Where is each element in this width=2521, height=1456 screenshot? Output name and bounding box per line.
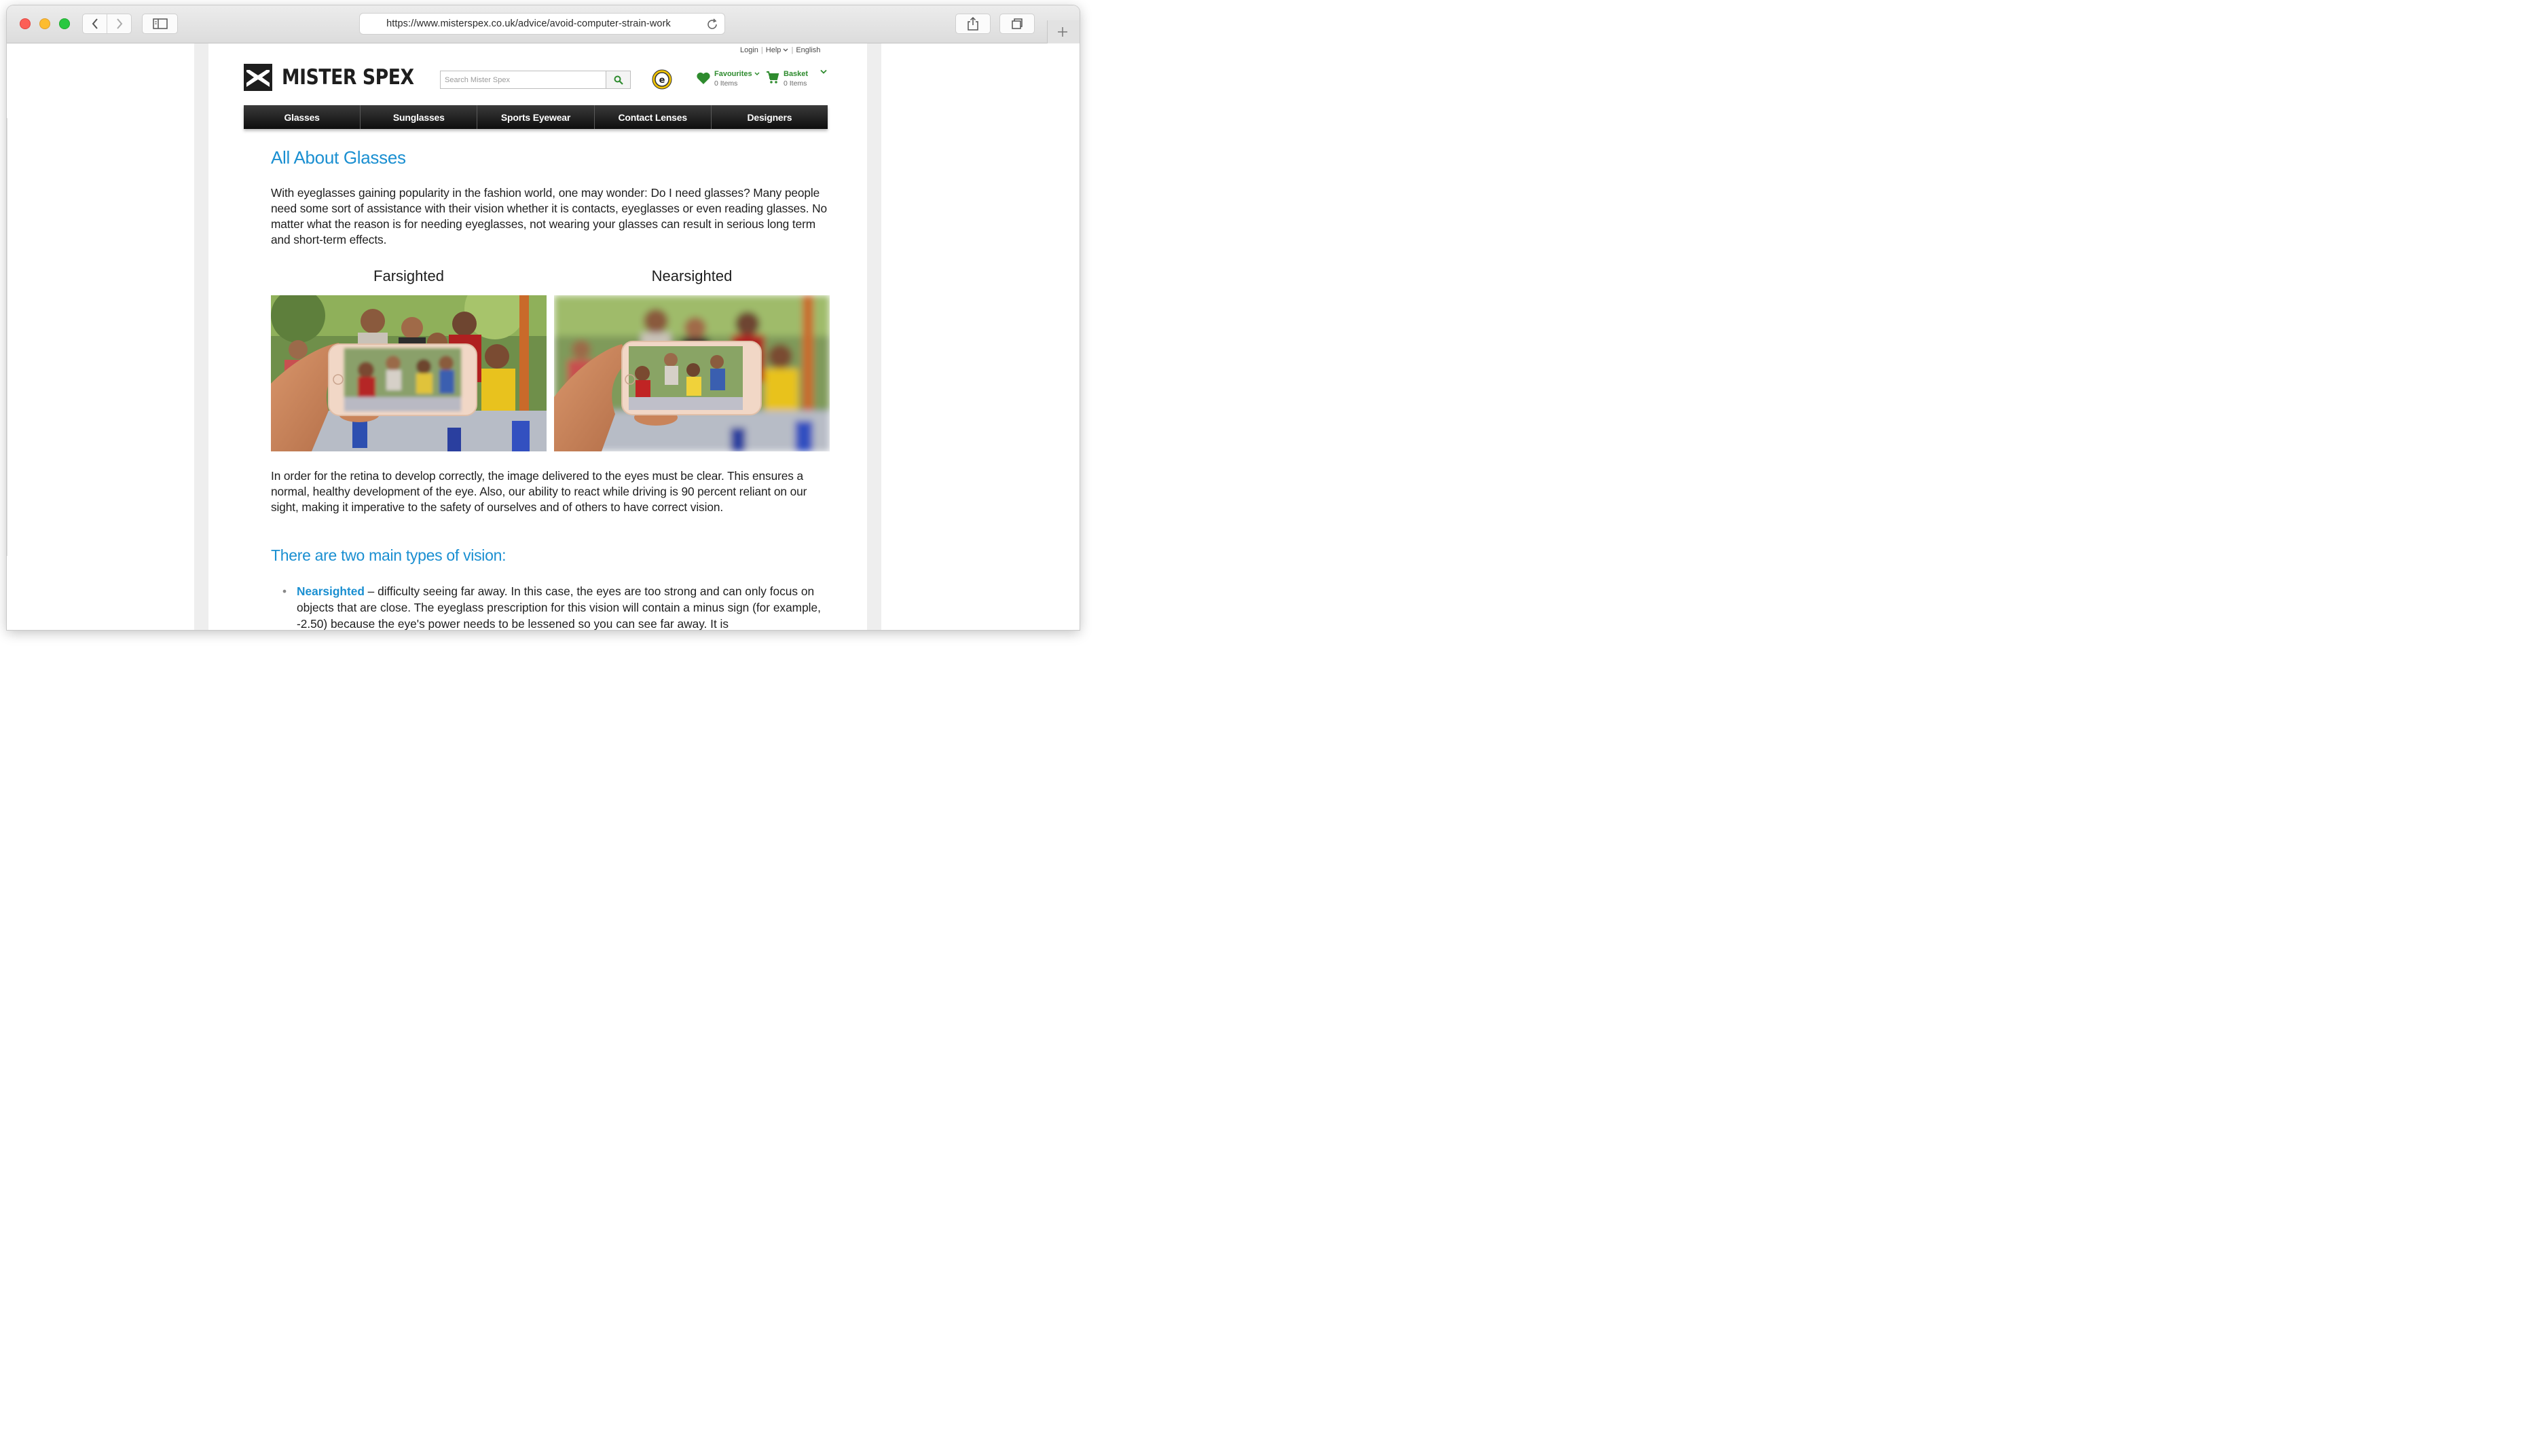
url-text[interactable]: https://www.misterspex.co.uk/advice/avoi… xyxy=(360,18,697,29)
nav-glasses[interactable]: Glasses xyxy=(244,105,360,129)
glasses-logo-icon xyxy=(244,64,272,91)
chevron-down-icon xyxy=(784,48,788,52)
article-title: All About Glasses xyxy=(271,147,406,168)
chevron-right-icon xyxy=(116,18,122,29)
close-window-button[interactable] xyxy=(20,18,31,29)
cart-icon xyxy=(767,71,779,83)
share-icon xyxy=(968,16,978,31)
search-button[interactable] xyxy=(606,71,630,88)
new-tab-button[interactable] xyxy=(1047,20,1080,43)
site-logo[interactable]: MISTER SPEX xyxy=(244,64,435,91)
intro-paragraph: With eyeglasses gaining popularity in th… xyxy=(271,186,828,246)
top-links: Login | Help | English xyxy=(740,46,821,54)
logo-text: MISTER SPEX xyxy=(282,65,414,90)
bullet-icon: • xyxy=(282,584,287,598)
search-icon xyxy=(614,75,623,85)
search-input[interactable] xyxy=(441,71,606,88)
language-link[interactable]: English xyxy=(796,46,820,54)
minimize-window-button[interactable] xyxy=(39,18,50,29)
help-link[interactable]: Help xyxy=(766,46,781,54)
chevron-down-icon[interactable] xyxy=(820,69,827,75)
heart-icon xyxy=(697,72,710,84)
nav-sports-eyewear[interactable]: Sports Eyewear xyxy=(477,105,593,129)
tabs-overview-button[interactable] xyxy=(999,14,1035,34)
favourites-label: Favourites xyxy=(714,70,752,78)
share-button[interactable] xyxy=(955,14,991,34)
back-button[interactable] xyxy=(83,14,107,33)
plus-icon xyxy=(1058,27,1067,37)
retina-paragraph: In order for the retina to develop corre… xyxy=(271,469,807,514)
image-caption-nearsighted: Nearsighted xyxy=(651,267,733,284)
chevron-left-icon xyxy=(92,18,98,29)
favourites-link[interactable]: Favourites 0 Items xyxy=(696,69,760,88)
address-bar[interactable]: https://www.misterspex.co.uk/advice/avoi… xyxy=(359,13,725,35)
nav-contact-lenses[interactable]: Contact Lenses xyxy=(593,105,711,129)
svg-text:e: e xyxy=(659,75,665,86)
farsighted-image xyxy=(271,295,547,451)
nearsighted-image xyxy=(554,295,830,451)
nearsighted-term-link[interactable]: Nearsighted xyxy=(297,584,365,598)
nav-designers[interactable]: Designers xyxy=(710,105,828,129)
site-search xyxy=(440,71,631,89)
tabs-icon xyxy=(1012,18,1023,29)
image-caption-farsighted: Farsighted xyxy=(373,267,444,284)
nearsighted-description: – difficulty seeing far away. In this ca… xyxy=(297,584,821,630)
history-nav xyxy=(82,14,132,34)
forward-button[interactable] xyxy=(107,14,131,33)
trusted-shops-badge-icon[interactable]: e xyxy=(652,69,672,90)
favourites-count: 0 Items xyxy=(714,79,738,88)
sidebar-toggle-button[interactable] xyxy=(142,14,178,34)
main-navigation: Glasses Sunglasses Sports Eyewear Contac… xyxy=(244,105,828,129)
basket-label: Basket xyxy=(784,70,809,78)
sidebar-icon xyxy=(152,18,168,29)
reload-icon[interactable] xyxy=(705,18,719,31)
login-link[interactable]: Login xyxy=(740,46,758,54)
basket-link[interactable]: Basket 0 Items xyxy=(766,69,808,88)
browser-window: https://www.misterspex.co.uk/advice/avoi… xyxy=(7,5,1080,630)
web-page: Login|Help |English MISTER SPEX e xyxy=(7,43,1080,630)
maximize-window-button[interactable] xyxy=(59,18,70,29)
basket-count: 0 Items xyxy=(784,79,807,88)
nav-sunglasses[interactable]: Sunglasses xyxy=(360,105,477,129)
chevron-down-icon xyxy=(754,72,760,76)
vision-types-heading: There are two main types of vision: xyxy=(271,546,507,564)
browser-toolbar: https://www.misterspex.co.uk/advice/avoi… xyxy=(7,5,1080,43)
